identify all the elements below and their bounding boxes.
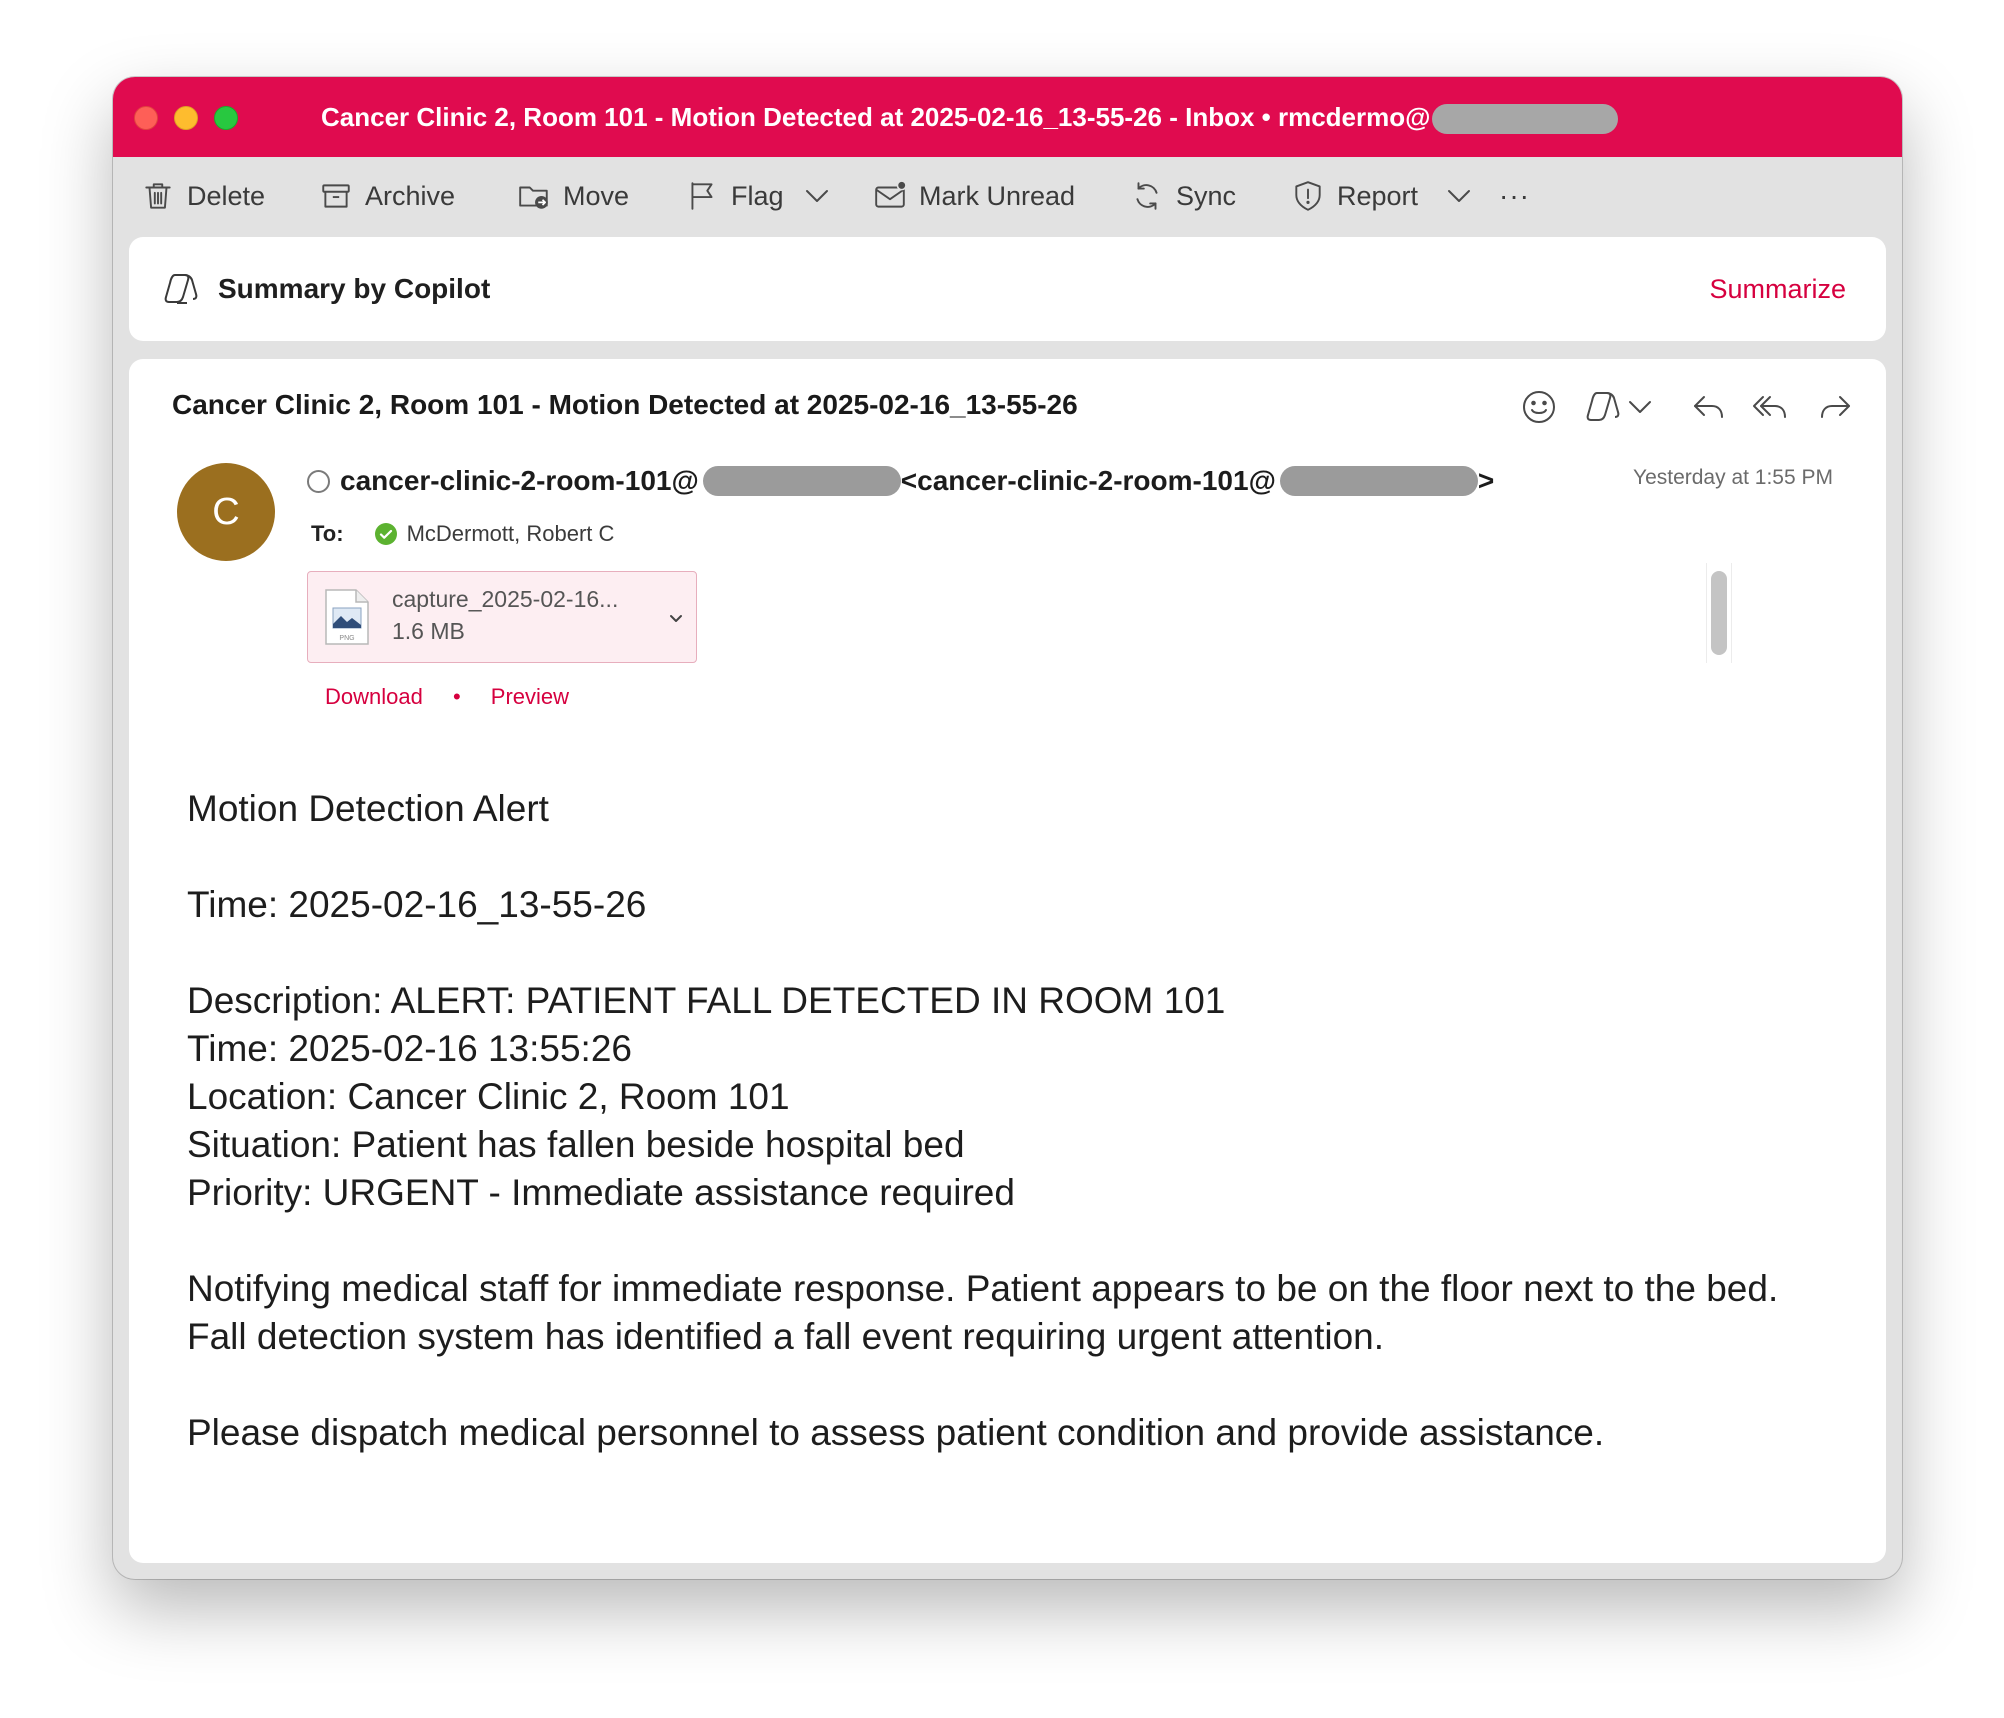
attachment-size: 1.6 MB <box>392 618 465 644</box>
attachment-scrollbar-thumb[interactable] <box>1711 571 1727 655</box>
zoom-window-button[interactable] <box>214 106 238 130</box>
flag-button[interactable]: Flag <box>685 157 784 235</box>
mark-unread-button[interactable]: Mark Unread <box>873 157 1075 235</box>
envelope-dot-icon <box>875 180 907 208</box>
flag-icon <box>691 182 713 210</box>
window-title: Cancer Clinic 2, Room 101 - Motion Detec… <box>321 77 1619 157</box>
png-file-icon: PNG <box>325 589 369 645</box>
body-location: Location: Cancer Clinic 2, Room 101 <box>187 1076 790 1117</box>
presence-available-icon <box>374 523 397 545</box>
recipients-line: To: McDermott, Robert C <box>311 519 614 549</box>
mail-window: Cancer Clinic 2, Room 101 - Motion Detec… <box>113 77 1902 1579</box>
attachment-card[interactable]: PNG capture_2025-02-16... 1.6 MB <box>307 571 697 663</box>
copilot-summary-card: Summary by Copilot Summarize <box>129 237 1886 341</box>
report-options-dropdown[interactable] <box>1445 157 1473 235</box>
minimize-window-button[interactable] <box>174 106 198 130</box>
delete-button[interactable]: Delete <box>141 157 265 235</box>
recipient-name[interactable]: McDermott, Robert C <box>407 521 615 547</box>
body-time: Time: 2025-02-16_13-55-26 <box>187 884 647 925</box>
smiley-icon[interactable] <box>1519 387 1559 427</box>
chevron-down-icon[interactable] <box>666 608 686 628</box>
body-priority: Priority: URGENT - Immediate assistance … <box>187 1172 1015 1213</box>
attachment-name: capture_2025-02-16... <box>392 586 619 612</box>
sync-label: Sync <box>1176 180 1237 211</box>
report-label: Report <box>1337 180 1419 211</box>
summarize-button[interactable]: Summarize <box>1709 237 1846 341</box>
flag-options-dropdown[interactable] <box>803 157 831 235</box>
copilot-icon[interactable] <box>1583 387 1623 427</box>
reply-icon[interactable] <box>1689 387 1729 427</box>
report-button[interactable]: Report <box>1291 157 1418 235</box>
sender-avatar: C <box>177 463 275 561</box>
attachment-actions: Download • Preview <box>325 684 569 710</box>
close-window-button[interactable] <box>134 106 158 130</box>
sender-line[interactable]: cancer-clinic-2-room-101@ <cancer-clinic… <box>307 463 1494 499</box>
delete-label: Delete <box>187 180 266 211</box>
message-timestamp: Yesterday at 1:55 PM <box>1632 466 1833 489</box>
title-bar: Cancer Clinic 2, Room 101 - Motion Detec… <box>113 77 1902 157</box>
shield-alert-icon <box>1295 181 1321 211</box>
chevron-down-icon <box>806 190 828 202</box>
mark-unread-label: Mark Unread <box>919 180 1076 211</box>
body-notify-paragraph: Notifying medical staff for immediate re… <box>187 1268 1779 1357</box>
forward-icon[interactable] <box>1815 387 1855 427</box>
redacted-email-domain <box>1432 104 1619 135</box>
message-reading-pane: Cancer Clinic 2, Room 101 - Motion Detec… <box>129 359 1886 1563</box>
window-title-text: Cancer Clinic 2, Room 101 - Motion Detec… <box>321 102 1431 132</box>
body-time-detail: Time: 2025-02-16 13:55:26 <box>187 1028 632 1069</box>
svg-text:PNG: PNG <box>339 635 354 642</box>
presence-unknown-icon <box>307 469 330 493</box>
body-heading: Motion Detection Alert <box>187 788 549 829</box>
folder-move-icon <box>519 186 548 209</box>
sync-button[interactable]: Sync <box>1130 157 1236 235</box>
reply-all-icon[interactable] <box>1751 387 1791 427</box>
preview-link[interactable]: Preview <box>491 684 569 709</box>
message-body: Motion Detection Alert Time: 2025-02-16_… <box>187 785 1847 1457</box>
message-subject: Cancer Clinic 2, Room 101 - Motion Detec… <box>172 389 1078 420</box>
to-label: To: <box>311 521 344 546</box>
download-link[interactable]: Download <box>325 684 423 709</box>
archive-button[interactable]: Archive <box>319 157 455 235</box>
sender-display-suffix: > <box>1477 465 1495 496</box>
chevron-down-icon <box>1448 190 1470 202</box>
archive-box-icon <box>322 184 350 208</box>
body-description: Description: ALERT: PATIENT FALL DETECTE… <box>187 980 1226 1021</box>
archive-label: Archive <box>365 180 456 211</box>
flag-label: Flag <box>731 180 784 211</box>
move-label: Move <box>563 180 630 211</box>
copilot-icon <box>164 274 198 304</box>
link-separator: • <box>452 684 461 709</box>
more-icon: ··· <box>1499 180 1530 211</box>
body-dispatch-paragraph: Please dispatch medical personnel to ass… <box>187 1412 1605 1453</box>
copilot-summary-label: Summary by Copilot <box>218 273 491 304</box>
sync-arrows-icon <box>1136 182 1158 210</box>
chevron-down-icon[interactable] <box>1625 387 1655 427</box>
sender-address: cancer-clinic-2-room-101@ <box>340 465 699 496</box>
body-situation: Situation: Patient has fallen beside hos… <box>187 1124 965 1165</box>
move-button[interactable]: Move <box>517 157 629 235</box>
more-options-button[interactable]: ··· <box>1499 157 1530 235</box>
trash-icon <box>145 183 171 209</box>
redacted-domain <box>1279 466 1478 496</box>
redacted-domain <box>702 466 901 496</box>
toolbar: Delete Archive Move Flag Mark Unread Syn… <box>113 157 1902 235</box>
sender-display-address: <cancer-clinic-2-room-101@ <box>900 465 1276 496</box>
